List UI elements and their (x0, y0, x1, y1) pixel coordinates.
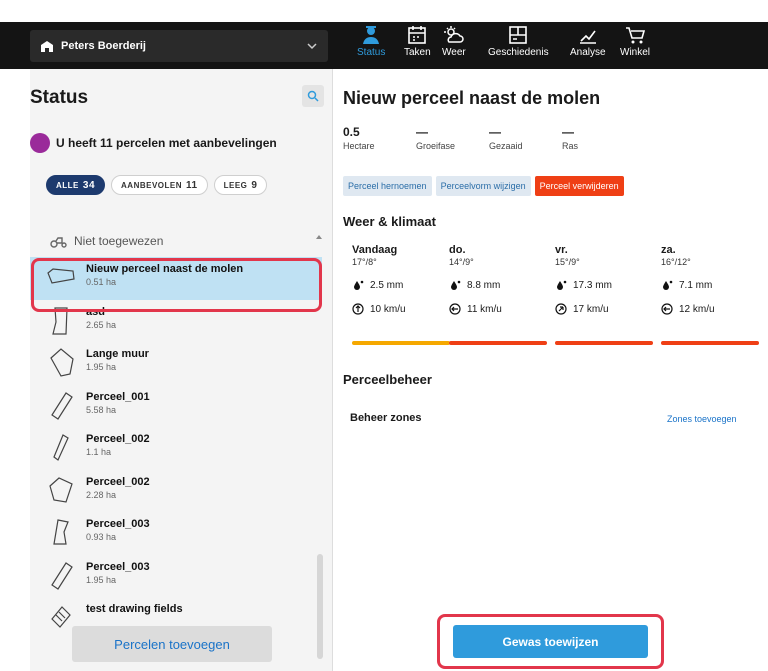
fields-sidebar: Status U heeft 11 percelen met aanbeveli… (30, 69, 333, 671)
rain-drop-icon (451, 280, 461, 290)
management-zones-label: Beheer zones (350, 412, 422, 424)
group-label: Niet toegewezen (74, 234, 164, 248)
weather-icon (443, 26, 464, 43)
search-icon (307, 90, 319, 102)
farmer-icon (363, 26, 380, 44)
recommendations-notice[interactable]: U heeft 11 percelen met aanbevelingen (30, 133, 277, 153)
list-item[interactable]: Perceel_002 2.28 ha (30, 470, 322, 513)
nav-weer[interactable]: Weer (442, 24, 466, 66)
fact-variety: — Ras (562, 125, 579, 151)
scroll-up-icon[interactable] (316, 235, 322, 239)
field-facts: 0.5 Hectare — Groeifase — Gezaaid — Ras (343, 125, 635, 151)
fact-sown: — Gezaaid (489, 125, 523, 151)
forecast-day: vr. 15°/9° 17.3 mm 17 km/u (555, 244, 660, 345)
reshape-field-button[interactable]: Perceelvorm wijzigen (435, 176, 531, 196)
list-item[interactable]: Lange muur 1.95 ha (30, 342, 322, 385)
calendar-icon (408, 26, 427, 44)
management-section-title: Perceelbeheer (343, 372, 432, 387)
analysis-icon (579, 30, 596, 44)
nav-taken[interactable]: Taken (404, 24, 431, 66)
assign-crop-button[interactable]: Gewas toewijzen (453, 625, 648, 658)
history-icon (509, 26, 528, 44)
nav-geschiedenis[interactable]: Geschiedenis (488, 24, 549, 66)
cart-icon (626, 27, 646, 44)
chevron-down-icon (307, 43, 317, 50)
filter-empty[interactable]: LEEG 9 (213, 175, 268, 195)
weather-section-title: Weer & klimaat (343, 214, 436, 229)
rain-drop-icon (663, 280, 673, 290)
rain-drop-icon (557, 280, 567, 290)
field-shape-icon (51, 561, 73, 590)
farm-name: Peters Boerderij (61, 40, 146, 52)
list-item[interactable]: Perceel_002 1.1 ha (30, 427, 322, 470)
field-list: Nieuw perceel naast de molen 0.51 ha asd 2… (30, 257, 322, 640)
field-shape-icon (51, 391, 73, 420)
forecast-day: do. 14°/9° 8.8 mm 11 km/u (449, 244, 554, 345)
group-unassigned[interactable]: Niet toegewezen (50, 234, 163, 248)
list-item[interactable]: Perceel_003 1.95 ha (30, 555, 322, 598)
list-item[interactable]: Perceel_003 0.93 ha (30, 512, 322, 555)
forecast-day: za. 16°/12° 7.1 mm 12 km/u (661, 244, 766, 345)
nav-winkel[interactable]: Winkel (620, 24, 650, 66)
recommendation-dot (30, 133, 50, 153)
scroll-thumb[interactable] (317, 554, 323, 659)
recommendation-text: U heeft 11 percelen met aanbevelingen (56, 136, 277, 150)
wind-direction-icon (449, 303, 461, 315)
rain-drop-icon (354, 280, 364, 290)
fact-hectare: 0.5 Hectare (343, 125, 375, 151)
field-shape-icon (49, 476, 73, 503)
page-title: Nieuw perceel naast de molen (343, 88, 601, 108)
barn-icon (41, 41, 53, 52)
field-shape-icon (53, 519, 69, 545)
fact-growth-stage: — Groeifase (416, 125, 456, 151)
nav-status[interactable]: Status (357, 24, 385, 66)
add-zones-link[interactable]: Zones toevoegen (667, 414, 737, 424)
field-actions: Perceel hernoemen Perceelvorm wijzigen P… (343, 176, 624, 196)
weather-condition-bar (449, 341, 547, 345)
filter-recommended[interactable]: AANBEVOLEN 11 (111, 175, 208, 195)
weather-forecast: Vandaag 17°/8° 2.5 mm 10 km/u do. 14°/9°… (343, 244, 763, 354)
list-item[interactable]: Perceel_001 5.58 ha (30, 385, 322, 428)
field-shape-icon (53, 434, 69, 461)
forecast-day: Vandaag 17°/8° 2.5 mm 10 km/u (352, 244, 457, 345)
filter-all[interactable]: ALLE 34 (46, 175, 106, 195)
weather-condition-bar (661, 341, 759, 345)
delete-field-button[interactable]: Perceel verwijderen (534, 176, 624, 196)
search-button[interactable] (302, 85, 324, 107)
field-shape-icon (50, 348, 74, 377)
nav-analyse[interactable]: Analyse (570, 24, 606, 66)
weather-condition-bar (352, 341, 450, 345)
tractor-icon (50, 237, 67, 248)
wind-direction-icon (555, 303, 567, 315)
farm-selector[interactable]: Peters Boerderij (30, 30, 328, 62)
highlight-selected-field (31, 258, 322, 312)
weather-condition-bar (555, 341, 653, 345)
wind-direction-icon (661, 303, 673, 315)
rename-field-button[interactable]: Perceel hernoemen (343, 176, 432, 196)
sidebar-title: Status (30, 87, 89, 108)
add-fields-button[interactable]: Percelen toevoegen (72, 626, 272, 662)
wind-direction-icon (352, 303, 364, 315)
filter-chips: ALLE 34 AANBEVOLEN 11 LEEG 9 (46, 175, 268, 195)
